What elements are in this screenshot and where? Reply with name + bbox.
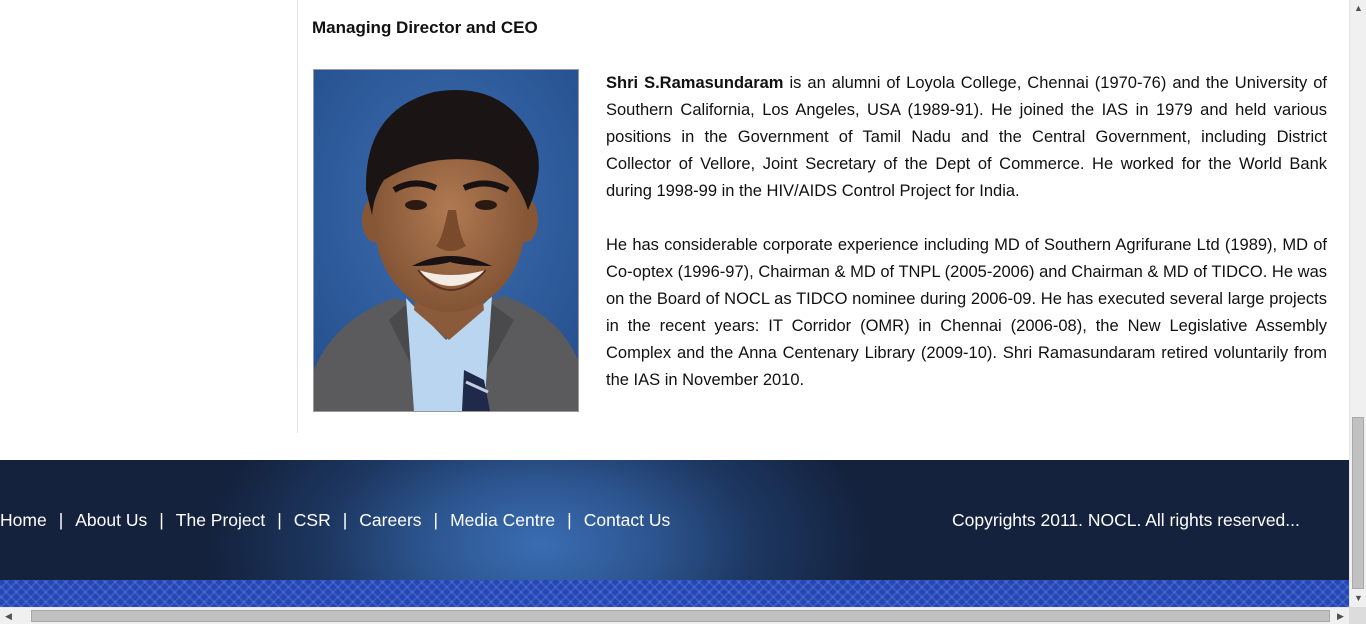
scroll-right-arrow-icon[interactable]: ▶ bbox=[1332, 608, 1349, 624]
scroll-down-arrow-icon[interactable]: ▼ bbox=[1350, 590, 1366, 607]
scrollbar-corner bbox=[1349, 607, 1366, 624]
bio-paragraph-1: Shri S.Ramasundaram is an alumni of Loyo… bbox=[606, 70, 1327, 205]
sidebar-divider bbox=[297, 0, 298, 433]
horizontal-scrollbar[interactable]: ◀ ▶ bbox=[0, 607, 1349, 624]
scroll-left-arrow-icon[interactable]: ◀ bbox=[0, 608, 17, 624]
bio-text: Shri S.Ramasundaram is an alumni of Loyo… bbox=[606, 70, 1327, 421]
footer-separator: | bbox=[433, 510, 439, 530]
footer-separator: | bbox=[277, 510, 282, 530]
vertical-scroll-thumb[interactable] bbox=[1352, 417, 1364, 589]
footer-link-the-project[interactable]: The Project bbox=[176, 510, 265, 530]
footer-separator: | bbox=[342, 510, 348, 530]
portrait-illustration bbox=[314, 70, 578, 411]
footer-nav: Home | About Us | The Project | CSR | Careers | Me… bbox=[0, 510, 670, 531]
footer: Home | About Us | The Project | CSR | Careers | Me… bbox=[0, 460, 1349, 580]
footer-separator: | bbox=[567, 510, 572, 530]
footer-link-home[interactable]: Home bbox=[0, 510, 47, 530]
page: Managing Director and CEO Shri S.Ramasun… bbox=[0, 0, 1349, 607]
footer-link-contact-us[interactable]: Contact Us bbox=[584, 510, 671, 530]
footer-link-about-us[interactable]: About Us bbox=[75, 510, 147, 530]
footer-link-careers[interactable]: Careers bbox=[359, 510, 421, 530]
vertical-scrollbar[interactable]: ▲ ▼ bbox=[1349, 0, 1366, 607]
bio-paragraph-2: He has considerable corporate experience… bbox=[606, 236, 1327, 389]
page-title: Managing Director and CEO bbox=[312, 18, 538, 37]
copyright-text: Copyrights 2011. NOCL. All rights reserv… bbox=[952, 510, 1300, 530]
footer-link-media-centre[interactable]: Media Centre bbox=[450, 510, 555, 530]
portrait-photo bbox=[313, 69, 579, 412]
footer-separator: | bbox=[159, 510, 164, 530]
horizontal-scroll-thumb[interactable] bbox=[31, 610, 1330, 622]
footer-separator: | bbox=[58, 510, 64, 530]
footer-link-csr[interactable]: CSR bbox=[294, 510, 331, 530]
person-name: Shri S.Ramasundaram bbox=[606, 74, 784, 92]
scroll-up-arrow-icon[interactable]: ▲ bbox=[1350, 0, 1366, 17]
bio-paragraph-1-text: is an alumni of Loyola College, Chennai … bbox=[606, 74, 1327, 200]
footer-pattern-band bbox=[0, 580, 1349, 607]
